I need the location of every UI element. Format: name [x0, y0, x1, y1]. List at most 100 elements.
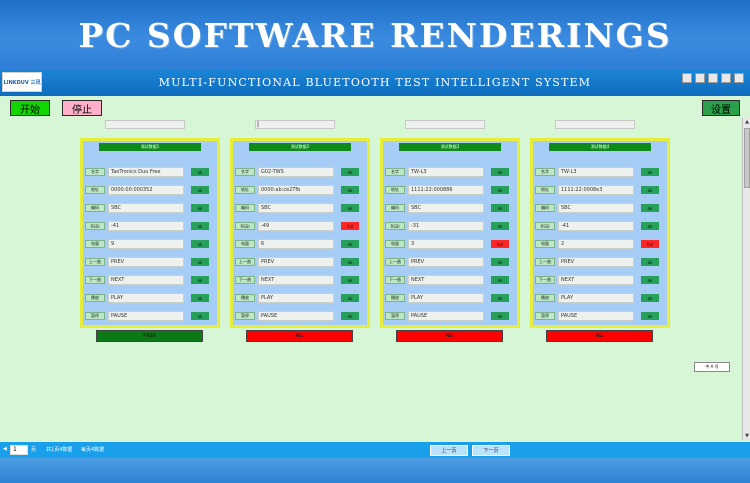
row-value-field[interactable]: 0000:ab:ce2Tfb: [258, 185, 334, 195]
row-value-field[interactable]: PREV: [408, 257, 484, 267]
row-label: 电量: [235, 240, 255, 248]
row-value-field[interactable]: TaoTronics Duo Free: [108, 167, 184, 177]
panel-row: 地址 0000:ab:ce2Tfb ok: [233, 185, 367, 195]
panel-row: 电量 3 fail: [383, 239, 517, 249]
row-value-field[interactable]: -49: [258, 221, 334, 231]
row-value-field[interactable]: NEXT: [108, 275, 184, 285]
row-value-field[interactable]: 2: [558, 239, 634, 249]
row-label: 电量: [535, 240, 555, 248]
row-value-field[interactable]: SBC: [558, 203, 634, 213]
row-status-badge: fail: [491, 240, 509, 248]
panel-row: 暂停 PAUSE ok: [233, 311, 367, 321]
help-icon[interactable]: [682, 73, 692, 83]
row-value-field[interactable]: PAUSE: [258, 311, 334, 321]
row-value-field[interactable]: 1111:22:000886: [408, 185, 484, 195]
panel-header: 测试数据3: [399, 143, 501, 151]
row-status-badge: ok: [191, 276, 209, 284]
test-panel: 测试数据4 名字 TW-L3 ok 地址 1111:22:0008e3 ok 编码 SBC ok R…: [530, 138, 670, 328]
pagination-bar: ◀ 1 页 共1页4数据 每页4数据 上一页 下一页: [0, 442, 750, 458]
row-value-field[interactable]: -41: [558, 221, 634, 231]
close-icon[interactable]: [734, 73, 744, 83]
row-value-field[interactable]: 1111:22:0008e3: [558, 185, 634, 195]
filter-input[interactable]: [555, 120, 635, 129]
row-value-field[interactable]: TW-L3: [408, 167, 484, 177]
next-page-button[interactable]: 下一页: [472, 445, 510, 456]
test-panel: 测试数据1 名字 TaoTronics Duo Free ok 地址 0000:00:00…: [80, 138, 220, 328]
side-box[interactable]: 中 A 号: [694, 362, 730, 372]
row-label: 编码: [535, 204, 555, 212]
row-label: 名字: [385, 168, 405, 176]
scroll-down-icon[interactable]: ▼: [744, 433, 750, 439]
test-panel: 测试数据2 名字 G02-TWS ok 地址 0000:ab:ce2Tfb ok 编码 SBC o…: [230, 138, 370, 328]
row-value-field[interactable]: TW-L3: [558, 167, 634, 177]
row-value-field[interactable]: PLAY: [558, 293, 634, 303]
row-value-field[interactable]: G02-TWS: [258, 167, 334, 177]
panel-row: 播放 PLAY ok: [233, 293, 367, 303]
row-status-badge: ok: [641, 312, 659, 320]
row-status-badge: ok: [491, 204, 509, 212]
panel-row: 暂停 PAUSE ok: [83, 311, 217, 321]
panel-row: 下一曲 NEXT ok: [533, 275, 667, 285]
row-value-field[interactable]: NEXT: [408, 275, 484, 285]
row-status-badge: ok: [191, 186, 209, 194]
settings-button[interactable]: 设置: [702, 100, 740, 116]
row-status-badge: ok: [191, 312, 209, 320]
row-value-field[interactable]: 3: [408, 239, 484, 249]
row-value-field[interactable]: PAUSE: [108, 311, 184, 321]
start-button[interactable]: 开始: [10, 100, 50, 116]
row-value-field[interactable]: 0000:00:000352: [108, 185, 184, 195]
row-value-field[interactable]: PLAY: [108, 293, 184, 303]
panel-row: 电量 2 fail: [533, 239, 667, 249]
stop-button[interactable]: 停止: [62, 100, 102, 116]
filter-input[interactable]: [405, 120, 485, 129]
row-value-field[interactable]: PAUSE: [558, 311, 634, 321]
row-value-field[interactable]: SBC: [258, 203, 334, 213]
row-value-field[interactable]: SBC: [408, 203, 484, 213]
filter-input[interactable]: |: [255, 120, 335, 129]
row-value-field[interactable]: NEXT: [558, 275, 634, 285]
app-window: LINKDUV 三讯 MULTI-FUNCTIONAL BLUETOOTH TE…: [0, 70, 750, 483]
row-label: 暂停: [535, 312, 555, 320]
row-label: RSSI: [535, 222, 555, 230]
row-value-field[interactable]: PREV: [108, 257, 184, 267]
row-status-badge: ok: [341, 294, 359, 302]
row-label: 播放: [235, 294, 255, 302]
filter-input[interactable]: [105, 120, 185, 129]
row-value-field[interactable]: PLAY: [408, 293, 484, 303]
row-value-field[interactable]: NEXT: [258, 275, 334, 285]
settings-icon[interactable]: [695, 73, 705, 83]
panel-row: 名字 TaoTronics Duo Free ok: [83, 167, 217, 177]
panel-row: 上一曲 PREV ok: [533, 257, 667, 267]
scroll-thumb[interactable]: [744, 128, 750, 188]
row-value-field[interactable]: PREV: [258, 257, 334, 267]
page-input[interactable]: 1: [10, 445, 28, 455]
row-status-badge: ok: [191, 294, 209, 302]
scrollbar[interactable]: ▲ ▼: [742, 118, 750, 440]
minimize-icon[interactable]: [708, 73, 718, 83]
row-value-field[interactable]: -31: [408, 221, 484, 231]
row-status-badge: ok: [641, 222, 659, 230]
row-value-field[interactable]: PLAY: [258, 293, 334, 303]
row-status-badge: ok: [341, 168, 359, 176]
maximize-icon[interactable]: [721, 73, 731, 83]
row-label: 地址: [235, 186, 255, 194]
panel-header: 测试数据4: [549, 143, 651, 151]
panel-row: 地址 1111:22:000886 ok: [383, 185, 517, 195]
row-value-field[interactable]: 6: [258, 239, 334, 249]
row-label: 上一曲: [535, 258, 555, 266]
row-label: RSSI: [235, 222, 255, 230]
row-value-field[interactable]: 9: [108, 239, 184, 249]
row-value-field[interactable]: SBC: [108, 203, 184, 213]
scroll-up-icon[interactable]: ▲: [744, 119, 750, 125]
prev-page-button[interactable]: 上一页: [430, 445, 468, 456]
row-value-field[interactable]: -41: [108, 221, 184, 231]
row-value-field[interactable]: PREV: [558, 257, 634, 267]
row-status-badge: ok: [191, 204, 209, 212]
header-banner: PC SOFTWARE RENDERINGS: [0, 0, 750, 70]
row-label: 地址: [85, 186, 105, 194]
row-label: 编码: [85, 204, 105, 212]
row-value-field[interactable]: PAUSE: [408, 311, 484, 321]
page-icon: ◀: [3, 446, 7, 452]
panel-row: 上一曲 PREV ok: [233, 257, 367, 267]
row-status-badge: ok: [191, 222, 209, 230]
